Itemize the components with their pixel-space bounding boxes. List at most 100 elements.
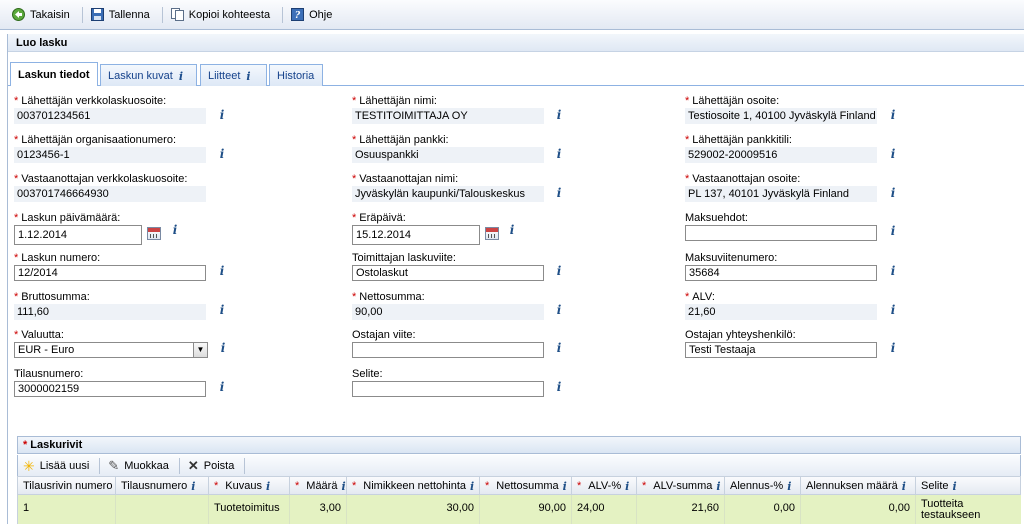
info-icon[interactable]: i xyxy=(555,342,563,354)
column-label: Määrä xyxy=(306,480,338,492)
invoice-date-input[interactable]: 1.12.2014 xyxy=(14,225,142,245)
help-button[interactable]: ? Ohje xyxy=(291,8,332,21)
info-icon[interactable]: i xyxy=(555,265,563,277)
invoice-rows-header: * Laskurivit xyxy=(17,436,1021,454)
table-row[interactable]: 1 Tuotetoimitus 3,00 30,00 90,00 24,00 2… xyxy=(17,495,1021,524)
required-mark: * xyxy=(485,480,490,492)
payment-terms-input[interactable] xyxy=(685,225,877,241)
info-icon[interactable]: i xyxy=(889,225,897,237)
field-label: Vastaanottajan nimi: xyxy=(359,173,459,185)
info-icon[interactable]: i xyxy=(555,148,563,160)
info-icon[interactable]: i xyxy=(508,224,516,236)
info-icon[interactable]: i xyxy=(889,109,897,121)
tab-invoice-details[interactable]: Laskun tiedot xyxy=(10,62,98,86)
cell-order-number xyxy=(116,495,209,524)
info-icon[interactable]: i xyxy=(889,187,897,199)
cell-note: Tuotteita testaukseen xyxy=(921,498,981,521)
description-input[interactable] xyxy=(352,381,544,397)
info-icon[interactable]: i xyxy=(218,381,226,393)
payment-reference-field: Maksuviitenumero: 35684 xyxy=(685,252,877,281)
column-header[interactable]: Alennuksen määrä i xyxy=(801,477,916,494)
sender-org-number-value: 0123456-1 xyxy=(14,147,206,163)
sender-bank-account-value: 529002-20009516 xyxy=(685,147,877,163)
save-button[interactable]: Tallenna xyxy=(90,8,150,21)
order-number-input[interactable]: 3000002159 xyxy=(14,381,206,397)
field-label: Maksuviitenumero: xyxy=(685,252,778,264)
info-icon[interactable]: i xyxy=(625,480,629,493)
buyer-contact-input[interactable]: Testi Testaaja xyxy=(685,342,877,358)
column-header[interactable]: * Nettosumma i xyxy=(480,477,572,494)
column-header[interactable]: * Kuvaus i xyxy=(209,477,290,494)
field-label: Lähettäjän pankkitili: xyxy=(692,134,792,146)
column-header[interactable]: * ALV-summa i xyxy=(637,477,725,494)
required-mark: * xyxy=(352,480,357,492)
calendar-icon[interactable] xyxy=(485,227,499,240)
dropdown-arrow-icon[interactable]: ▼ xyxy=(193,343,207,357)
field-label: Vastaanottajan verkkolaskuosoite: xyxy=(21,173,188,185)
column-label: Alennus-% xyxy=(730,480,784,492)
delete-label: Poista xyxy=(203,459,235,472)
info-icon[interactable]: i xyxy=(889,342,897,354)
add-row-button[interactable]: ✳ Lisää uusi xyxy=(23,459,89,473)
column-header[interactable]: * Nimikkeen nettohinta i xyxy=(347,477,480,494)
help-label: Ohje xyxy=(309,8,333,21)
tab-history[interactable]: Historia xyxy=(269,64,323,86)
column-header[interactable]: Alennus-% i xyxy=(725,477,801,494)
toolbar-divider xyxy=(81,6,83,23)
toolbar-divider xyxy=(244,457,246,474)
buyer-reference-input[interactable] xyxy=(352,342,544,358)
info-icon[interactable]: i xyxy=(787,480,791,493)
info-icon[interactable]: i xyxy=(555,381,563,393)
info-icon[interactable]: i xyxy=(191,480,195,493)
recipient-address-value: PL 137, 40101 Jyväskylä Finland xyxy=(685,186,877,202)
column-header[interactable]: Tilausnumero i xyxy=(116,477,209,494)
info-icon[interactable]: i xyxy=(341,480,345,493)
info-icon[interactable]: i xyxy=(218,265,226,277)
info-icon[interactable]: i xyxy=(902,480,906,493)
info-icon[interactable]: i xyxy=(219,342,227,354)
due-date-input[interactable]: 15.12.2014 xyxy=(352,225,480,245)
column-header[interactable]: * ALV-% i xyxy=(572,477,637,494)
cell-discount-amount: 0,00 xyxy=(801,495,916,524)
info-icon[interactable]: i xyxy=(889,148,897,160)
info-icon[interactable]: i xyxy=(555,109,563,121)
tab-bar: Laskun tiedot Laskun kuvat i Liitteet i … xyxy=(8,62,1024,86)
required-mark: * xyxy=(23,439,28,451)
info-icon[interactable]: i xyxy=(889,304,897,316)
back-button[interactable]: Takaisin xyxy=(12,8,70,21)
column-header[interactable]: Tilausrivin numero xyxy=(18,477,116,494)
info-icon[interactable]: i xyxy=(470,480,474,493)
supplier-reference-input[interactable]: Ostolaskut xyxy=(352,265,544,281)
copy-from-button[interactable]: Kopioi kohteesta xyxy=(170,8,270,21)
invoice-number-input[interactable]: 12/2014 xyxy=(14,265,206,281)
cell-vat-amount: 21,60 xyxy=(637,495,725,524)
info-icon[interactable]: i xyxy=(218,109,226,121)
edit-row-button[interactable]: ✎ Muokkaa xyxy=(108,458,169,474)
tab-attachments[interactable]: Liitteet i xyxy=(200,64,267,86)
column-header[interactable]: * Määrä i xyxy=(290,477,347,494)
info-icon[interactable]: i xyxy=(889,265,897,277)
info-icon[interactable]: i xyxy=(716,480,720,493)
info-icon[interactable]: i xyxy=(266,480,270,493)
info-icon[interactable]: i xyxy=(953,480,957,493)
info-icon[interactable]: i xyxy=(555,304,563,316)
info-icon[interactable]: i xyxy=(218,304,226,316)
field-label: Nettosumma: xyxy=(359,291,425,303)
calendar-icon[interactable] xyxy=(147,227,161,240)
field-label: Valuutta: xyxy=(21,329,64,341)
required-mark: * xyxy=(14,212,19,224)
info-icon[interactable]: i xyxy=(171,224,179,236)
info-icon[interactable]: i xyxy=(563,480,567,493)
toolbar-divider xyxy=(161,6,163,23)
delete-x-icon: ✕ xyxy=(187,457,199,473)
tab-invoice-images[interactable]: Laskun kuvat i xyxy=(100,64,197,86)
delete-row-button[interactable]: ✕ Poista xyxy=(188,458,234,474)
column-header[interactable]: Selite i xyxy=(916,477,1020,494)
currency-select[interactable]: EUR - Euro ▼ xyxy=(14,342,208,358)
info-icon[interactable]: i xyxy=(218,148,226,160)
field-label: Eräpäivä: xyxy=(359,212,406,224)
payment-reference-input[interactable]: 35684 xyxy=(685,265,877,281)
info-icon[interactable]: i xyxy=(555,187,563,199)
tab-label: Liitteet xyxy=(208,70,241,82)
grid-header-row: Tilausrivin numero Tilausnumero i * Kuvaus… xyxy=(17,476,1021,495)
